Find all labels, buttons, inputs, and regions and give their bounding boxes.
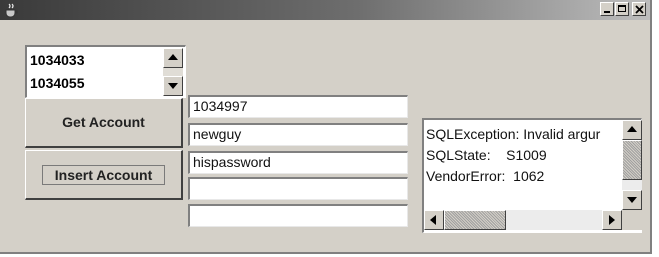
horizontal-scrollbar[interactable] xyxy=(424,210,622,230)
java-cup-icon xyxy=(5,3,18,18)
output-line: SQLState: S1009 xyxy=(426,147,547,163)
arrow-left-icon xyxy=(430,215,436,225)
insert-account-button[interactable]: Insert Account xyxy=(25,150,183,200)
account-id-field[interactable]: 1034997 xyxy=(188,95,408,118)
app-window: 1034033 1034055 Get Account Insert Accou… xyxy=(0,0,652,254)
text-field-5[interactable] xyxy=(188,204,408,227)
arrow-down-icon xyxy=(168,83,178,89)
title-bar[interactable] xyxy=(0,0,650,20)
list-item[interactable]: 1034055 xyxy=(30,75,85,91)
scroll-left-button[interactable] xyxy=(424,210,444,230)
vertical-scrollbar[interactable] xyxy=(622,120,642,210)
arrow-down-icon xyxy=(627,197,637,203)
list-scroll-down-button[interactable] xyxy=(163,76,183,96)
vertical-scroll-thumb[interactable] xyxy=(622,140,642,180)
output-text-area[interactable]: SQLException: Invalid argur SQLState: S10… xyxy=(422,118,642,233)
maximize-button[interactable] xyxy=(615,2,629,16)
minimize-icon xyxy=(604,11,610,13)
list-item[interactable]: 1034033 xyxy=(30,52,85,68)
arrow-right-icon xyxy=(609,215,615,225)
minimize-button[interactable] xyxy=(600,2,614,16)
output-line: VendorError: 1062 xyxy=(426,168,545,184)
get-account-label: Get Account xyxy=(62,114,145,130)
output-line: SQLException: Invalid argur xyxy=(426,126,601,142)
list-scrollbar[interactable] xyxy=(163,48,183,96)
text-field-4[interactable] xyxy=(188,177,408,200)
maximize-icon xyxy=(618,5,626,12)
horizontal-scroll-thumb[interactable] xyxy=(444,210,506,230)
get-account-button[interactable]: Get Account xyxy=(25,98,183,148)
close-button[interactable] xyxy=(632,2,646,16)
insert-account-label: Insert Account xyxy=(42,165,165,185)
password-field[interactable]: hispassword xyxy=(188,151,408,174)
arrow-up-icon xyxy=(168,54,178,60)
username-field[interactable]: newguy xyxy=(188,123,408,146)
list-scroll-up-button[interactable] xyxy=(163,48,183,68)
scroll-corner xyxy=(622,210,642,230)
close-icon xyxy=(635,5,644,14)
account-list[interactable]: 1034033 1034055 xyxy=(25,45,186,98)
output-text: SQLException: Invalid argur SQLState: S10… xyxy=(426,124,622,212)
scroll-up-button[interactable] xyxy=(622,120,642,140)
scroll-down-button[interactable] xyxy=(622,190,642,210)
scroll-right-button[interactable] xyxy=(602,210,622,230)
arrow-up-icon xyxy=(627,126,637,132)
